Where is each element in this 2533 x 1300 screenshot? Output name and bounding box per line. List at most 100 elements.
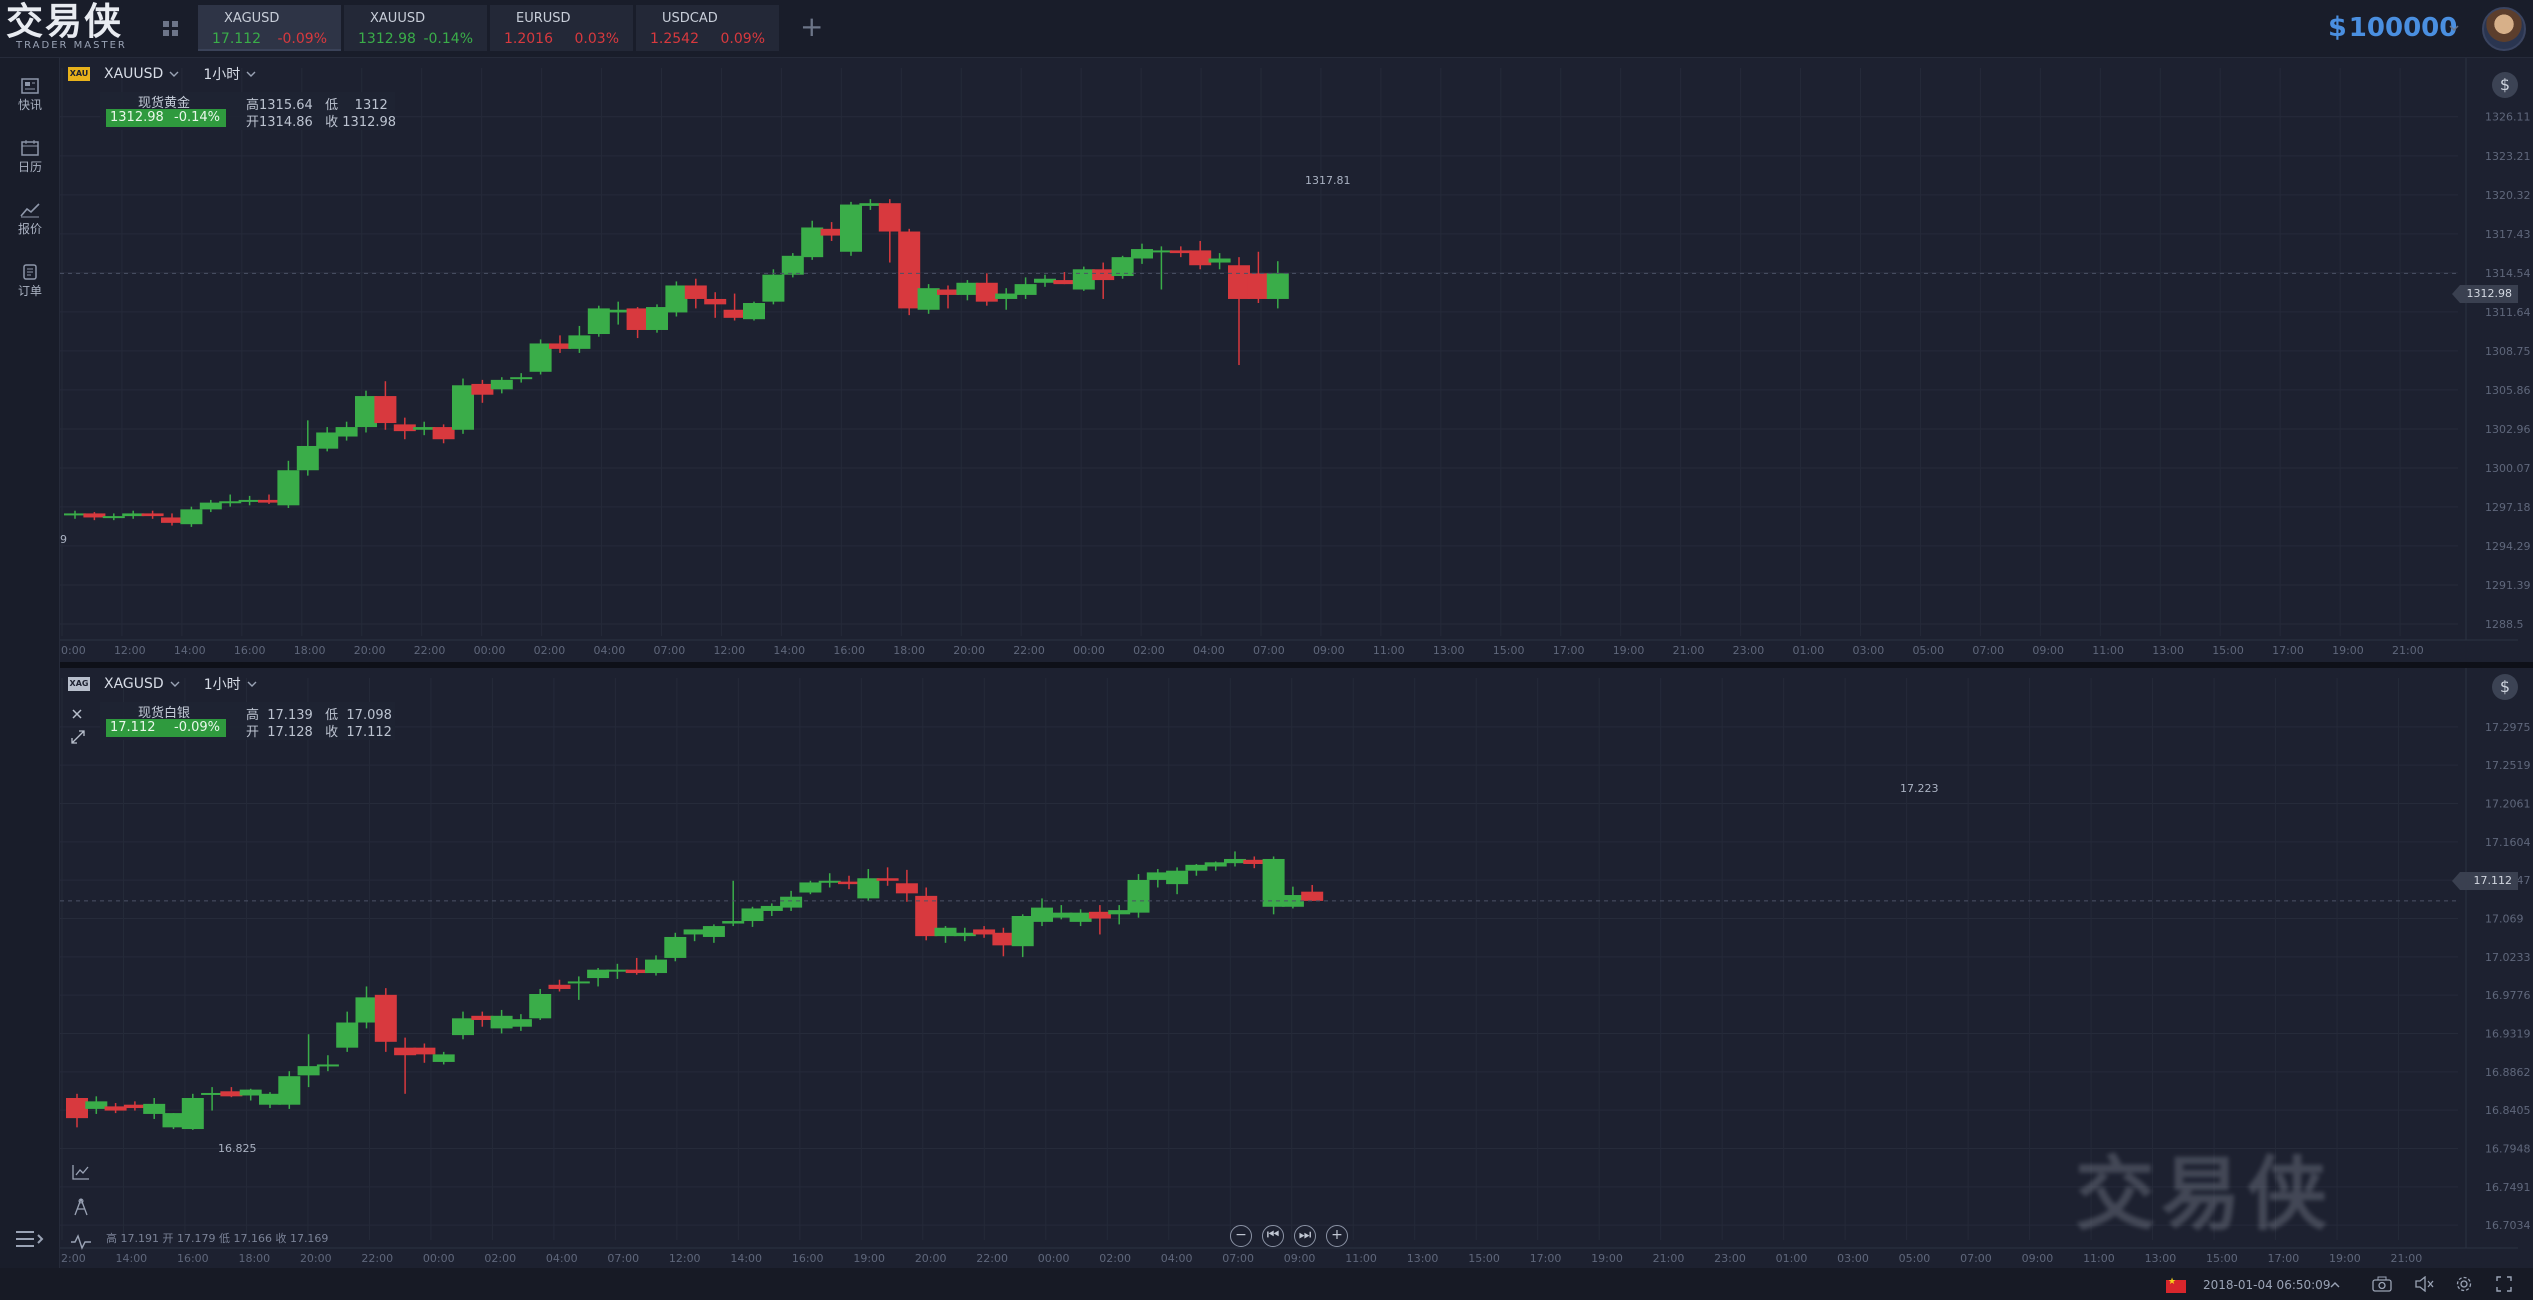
candle-body — [1301, 891, 1324, 901]
x-tick-label: 19:00 — [1591, 1252, 1623, 1265]
order-icon — [23, 264, 37, 280]
zoom-in-icon[interactable]: + — [1326, 1225, 1348, 1247]
chevron-down-icon[interactable] — [246, 69, 256, 79]
candle-body — [1111, 257, 1134, 277]
sidebar-item-label: 报价 — [17, 222, 42, 236]
symbol-selector[interactable]: XAGUSD — [104, 676, 164, 692]
x-tick-label: 13:00 — [1407, 1252, 1439, 1265]
candle-body — [722, 921, 745, 924]
candle-body — [201, 1092, 224, 1095]
calendar-icon — [21, 140, 39, 156]
candle-body — [64, 513, 86, 516]
menu-expand-icon[interactable] — [14, 1228, 44, 1250]
close-icon[interactable] — [71, 708, 83, 720]
candle-body — [645, 959, 667, 974]
sidebar-item-news[interactable]: 快讯 — [0, 68, 60, 124]
price-change: -0.14% — [174, 110, 220, 125]
symbol-selector[interactable]: XAUUSD — [104, 66, 163, 82]
candle-body — [587, 969, 610, 979]
chevron-down-icon[interactable] — [169, 69, 179, 79]
chevron-up-icon[interactable] — [2330, 1280, 2340, 1290]
user-avatar[interactable] — [2482, 7, 2526, 51]
candle-body — [818, 880, 841, 883]
grid-menu-icon[interactable] — [162, 20, 180, 38]
logo-subtitle: TRADER MASTER — [16, 40, 127, 51]
candle-body — [1088, 911, 1111, 919]
y-tick-label: 1305.86 — [2485, 384, 2531, 397]
candle-body — [625, 969, 648, 974]
chevron-down-icon[interactable] — [247, 679, 257, 689]
x-tick-label: 02:00 — [1133, 644, 1165, 657]
x-tick-label: 09:00 — [1284, 1252, 1316, 1265]
tab-symbol: XAUUSD — [370, 11, 426, 26]
tab-usdcad[interactable]: USDCAD 1.2542 0.09% — [636, 5, 779, 51]
high-annotation: 17.223 — [1900, 782, 1939, 795]
add-tab-icon[interactable]: + — [800, 13, 823, 41]
candle-body — [857, 878, 880, 899]
chart-panel-xagusd[interactable]: 17.297517.251917.206117.160417.114717.06… — [60, 668, 2533, 1268]
x-tick-label: 13:00 — [2152, 644, 2184, 657]
account-balance[interactable]: $100000 — [2328, 12, 2457, 43]
x-tick-label: 17:00 — [2268, 1252, 2300, 1265]
trade-dollar-button[interactable]: $ — [2492, 72, 2518, 98]
scroll-end-icon[interactable]: ⏭ — [1294, 1225, 1316, 1247]
sidebar-item-calendar[interactable]: 日历 — [0, 130, 60, 186]
candle-body — [219, 501, 242, 504]
china-flag-icon[interactable] — [2166, 1277, 2186, 1293]
app-logo[interactable]: 交易侠 TRADER MASTER — [6, 2, 136, 52]
x-tick-label: 13:00 — [2145, 1252, 2177, 1265]
candle-body — [510, 377, 533, 380]
y-tick-label: 17.2061 — [2485, 798, 2531, 811]
candle-body — [937, 289, 959, 295]
candle-body — [490, 1015, 513, 1029]
drawing-tool-icon[interactable] — [73, 1198, 89, 1216]
chart-panel-xauusd[interactable]: 1326.11 1323.21 1320.32 1317.43 1314.54 1311.… — [60, 58, 2533, 664]
candle-body — [587, 308, 610, 335]
candle-body — [509, 1019, 532, 1027]
symbol-badge: XAG — [68, 677, 90, 691]
scroll-start-icon[interactable]: ⏮ — [1262, 1225, 1284, 1247]
x-tick-label: 11:00 — [1345, 1252, 1377, 1265]
timeframe-selector[interactable]: 1小时 — [203, 64, 240, 84]
indicator-icon[interactable] — [72, 1164, 90, 1180]
x-tick-label: 15:00 — [2212, 644, 2244, 657]
symbol-header: XAU XAUUSD 1小时 — [68, 64, 256, 84]
candle-body — [992, 932, 1015, 946]
x-tick-label: 19:00 — [2332, 644, 2364, 657]
gear-icon[interactable] — [2456, 1276, 2472, 1292]
sidebar-item-quote[interactable]: 报价 — [0, 192, 60, 248]
x-tick-label: 19:00 — [853, 1252, 885, 1265]
candle-body — [1011, 916, 1034, 947]
y-tick-label: 17.2519 — [2485, 759, 2531, 772]
zoom-out-icon[interactable]: − — [1230, 1225, 1252, 1247]
candlestick-chart-xauusd[interactable]: 1326.11 1323.21 1320.32 1317.43 1314.54 1311.… — [60, 58, 2533, 664]
candle-body — [1050, 912, 1073, 918]
candle-body — [238, 499, 261, 502]
y-tick-label: 16.8405 — [2485, 1104, 2531, 1117]
camera-icon[interactable] — [2372, 1276, 2392, 1292]
candle-body — [102, 516, 125, 519]
x-tick-label: 07:00 — [1253, 644, 1285, 657]
sidebar-item-orders[interactable]: 订单 — [0, 254, 60, 310]
tab-eurusd[interactable]: EURUSD 1.2016 0.03% — [490, 5, 633, 51]
candle-body — [1185, 864, 1208, 871]
tab-xagusd[interactable]: XAGUSD 17.112 -0.09% — [198, 5, 341, 51]
fullscreen-icon[interactable] — [2496, 1276, 2512, 1292]
expand-icon[interactable] — [71, 730, 85, 744]
trade-dollar-button[interactable]: $ — [2492, 674, 2518, 700]
timeframe-selector[interactable]: 1小时 — [204, 674, 241, 694]
candle-body — [1131, 249, 1153, 259]
candle-body — [838, 881, 860, 885]
tab-xauusd[interactable]: XAUUSD 1312.98 -0.14% — [344, 5, 487, 51]
candle-body — [471, 1015, 494, 1020]
chevron-down-icon[interactable] — [170, 679, 180, 689]
candle-body — [1228, 265, 1250, 299]
candle-body — [66, 1098, 88, 1119]
x-tick-label: 14:00 — [115, 1252, 147, 1265]
candle-body — [413, 427, 436, 430]
chevron-down-icon[interactable] — [2448, 22, 2460, 34]
oscillator-icon[interactable] — [70, 1234, 92, 1250]
x-tick-label: 02:00 — [484, 1252, 516, 1265]
volume-icon[interactable] — [2414, 1276, 2434, 1292]
x-tick-label: 12:00 — [669, 1252, 701, 1265]
